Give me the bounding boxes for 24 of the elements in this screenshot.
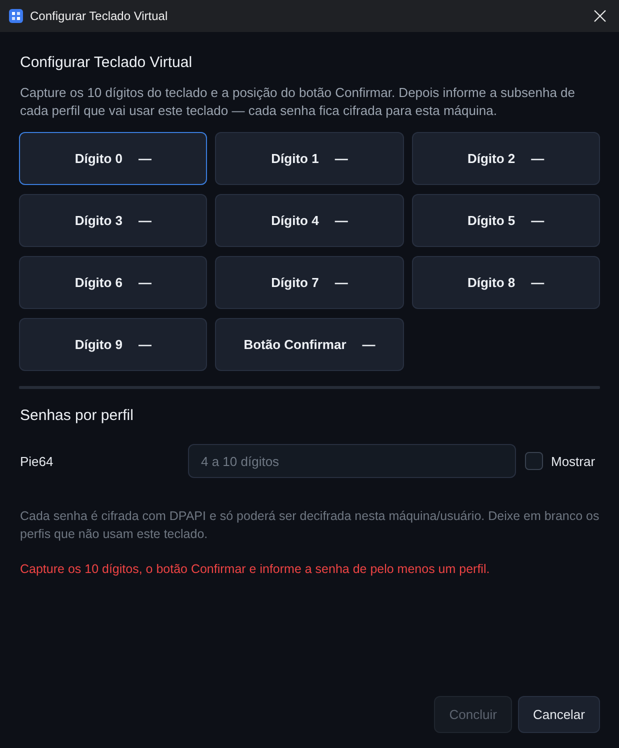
show-checkbox[interactable]: [525, 452, 543, 470]
app-icon: [9, 9, 23, 23]
window-title: Configurar Teclado Virtual: [30, 9, 169, 23]
section-heading: Senhas por perfil: [20, 406, 134, 426]
password-field[interactable]: 4 a 10 dígitos: [188, 444, 516, 478]
capture-button[interactable]: Dígito 2 —: [412, 132, 600, 185]
dialog-button[interactable]: Cancelar: [518, 696, 600, 733]
capture-button[interactable]: Dígito 8 —: [412, 256, 600, 309]
checkbox-label: Mostrar: [551, 454, 596, 468]
capture-button[interactable]: Dígito 7 —: [215, 256, 404, 309]
capture-button[interactable]: Dígito 9 —: [19, 318, 208, 371]
capture-button[interactable]: Dígito 5 —: [412, 194, 600, 247]
capture-button[interactable]: Dígito 1 —: [215, 132, 404, 185]
dialog-heading: Configurar Teclado Virtual: [20, 53, 194, 73]
close-icon: [594, 10, 606, 22]
description-text: Capture os 10 dígitos do teclado e a posição do botão Confirmar. Depois informe a subsenha de cada perfil que vai usar este teclado — cada senha fica cifrada para esta máquina.: [20, 84, 576, 119]
capture-button[interactable]: Dígito 4 —: [215, 194, 404, 247]
capture-button[interactable]: Dígito 6 —: [19, 256, 208, 309]
error-message: Capture os 10 dígitos, o botão Confirmar e informe a senha de pelo menos um perfil.: [20, 561, 491, 578]
capture-button[interactable]: Dígito 3 —: [19, 194, 208, 247]
capture-button[interactable]: Botão Confirmar —: [215, 318, 404, 371]
note-text: Cada senha é cifrada com DPAPI e só poderá ser decifrada nesta máquina/usuário. Deixe em branco os perfis que não usam este teclado.: [20, 508, 600, 543]
capture-button[interactable]: Dígito 0 —: [19, 132, 208, 185]
profile-name: Pie64: [20, 454, 54, 468]
